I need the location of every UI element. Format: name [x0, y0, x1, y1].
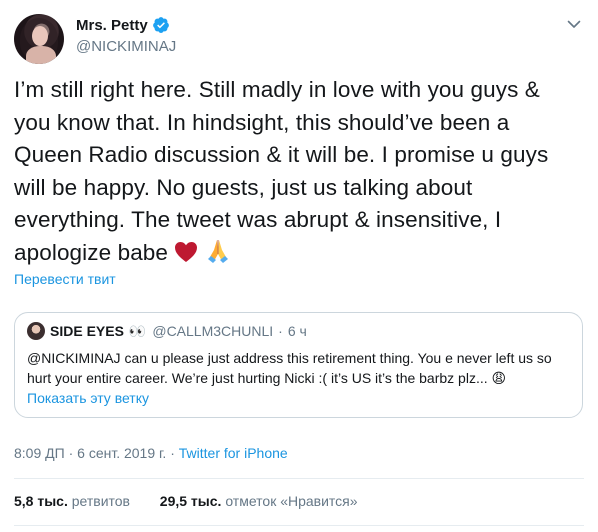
- tweet-date[interactable]: 6 сент. 2019 г.: [77, 445, 166, 461]
- retweets-count: 5,8 тыс.: [14, 493, 68, 509]
- divider: [14, 525, 584, 526]
- quoted-tweet-card[interactable]: SIDE EYES 👀 @CALLM3CHUNLI · 6 ч @NICKIMI…: [14, 312, 583, 418]
- author-block: Mrs. Petty @NICKIMINAJ: [76, 16, 176, 56]
- tweet-time[interactable]: 8:09 ДП: [14, 445, 65, 461]
- quoted-author-avatar: [27, 322, 45, 340]
- tweet-body: I’m still right here. Still madly in lov…: [14, 77, 549, 265]
- divider: [14, 478, 584, 479]
- heart-emoji-icon: [174, 240, 198, 273]
- quoted-author-name: SIDE EYES: [50, 323, 124, 339]
- tweet-text: I’m still right here. Still madly in lov…: [14, 74, 580, 272]
- tweet-source-link[interactable]: Twitter for iPhone: [179, 445, 288, 461]
- quoted-timestamp: 6 ч: [287, 323, 307, 339]
- quoted-tweet-body: @NICKIMINAJ can u please just address th…: [27, 350, 552, 386]
- weary-face-emoji-icon: 😩: [491, 370, 507, 386]
- chevron-down-icon[interactable]: [566, 16, 582, 32]
- quoted-tweet-text: @NICKIMINAJ can u please just address th…: [27, 348, 575, 388]
- retweets-label: ретвитов: [71, 493, 130, 509]
- likes-stat[interactable]: 29,5 тыс. отметок «Нравится»: [160, 493, 358, 509]
- folded-hands-emoji-icon: [205, 237, 231, 273]
- author-display-name[interactable]: Mrs. Petty: [76, 17, 148, 34]
- translate-tweet-link[interactable]: Перевести твит: [14, 271, 116, 287]
- verified-badge-icon: [152, 17, 169, 33]
- author-name-row[interactable]: Mrs. Petty: [76, 16, 176, 34]
- retweets-stat[interactable]: 5,8 тыс. ретвитов: [14, 493, 134, 509]
- show-thread-link[interactable]: Показать эту ветку: [27, 390, 149, 406]
- author-handle[interactable]: @NICKIMINAJ: [76, 38, 176, 55]
- likes-count: 29,5 тыс.: [159, 493, 222, 509]
- meta-separator: ·: [68, 445, 74, 461]
- meta-separator: ·: [170, 445, 175, 461]
- eyes-emoji-icon: 👀: [128, 322, 148, 339]
- quoted-separator: ·: [278, 323, 283, 339]
- tweet-meta: 8:09 ДП · 6 сент. 2019 г. · Twitter for …: [14, 445, 288, 461]
- quoted-tweet-header: SIDE EYES 👀 @CALLM3CHUNLI · 6 ч: [27, 322, 307, 340]
- author-avatar[interactable]: [14, 14, 64, 64]
- quoted-author-handle: @CALLM3CHUNLI: [152, 323, 274, 339]
- likes-label: отметок «Нравится»: [225, 493, 358, 509]
- tweet-stats: 5,8 тыс. ретвитов 29,5 тыс. отметок «Нра…: [14, 493, 358, 509]
